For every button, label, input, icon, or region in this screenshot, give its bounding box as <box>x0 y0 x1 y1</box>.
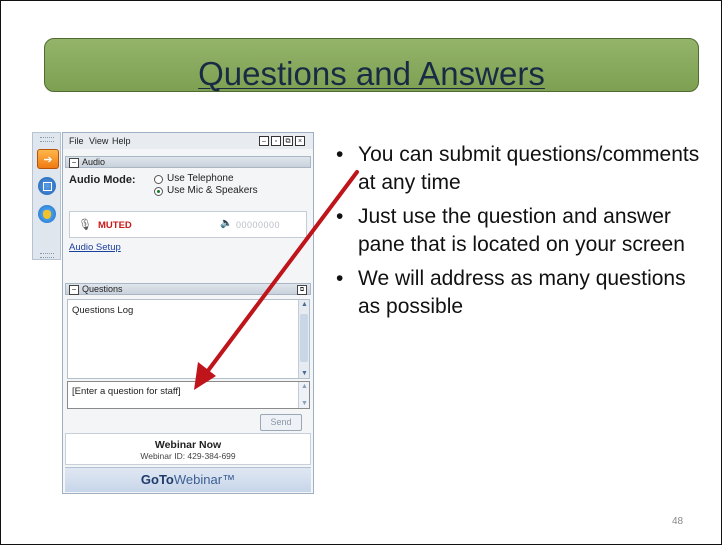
slide-number: 48 <box>672 516 684 527</box>
pointer-arrow <box>194 170 359 390</box>
